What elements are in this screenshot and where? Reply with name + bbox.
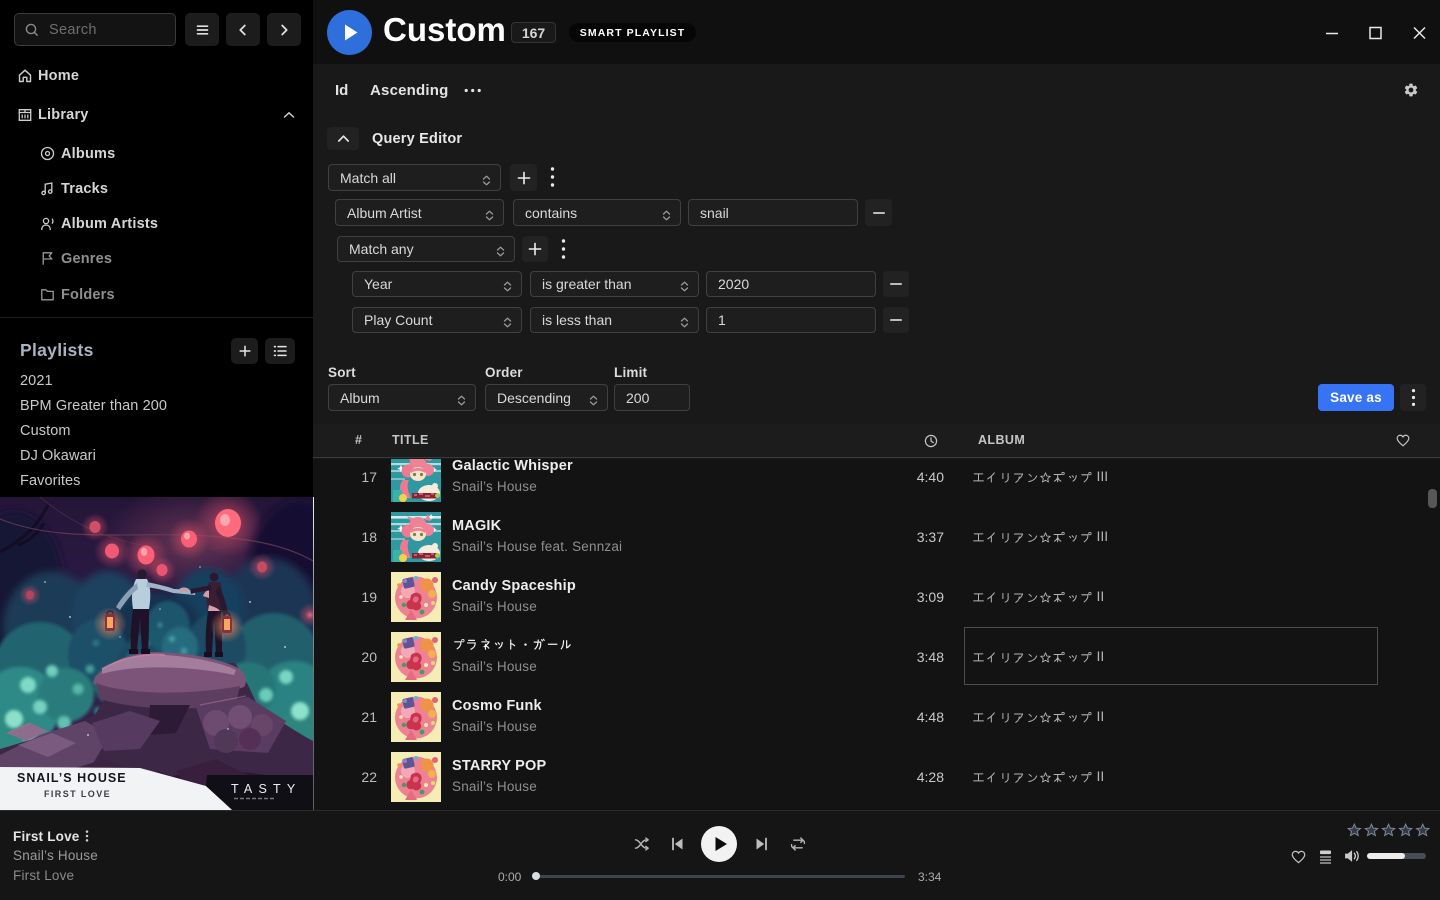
svg-text:FIRST LOVE: FIRST LOVE — [44, 789, 111, 799]
svg-text:TASTY: TASTY — [231, 782, 301, 796]
svg-text:SNAIL’S HOUSE: SNAIL’S HOUSE — [17, 771, 127, 785]
